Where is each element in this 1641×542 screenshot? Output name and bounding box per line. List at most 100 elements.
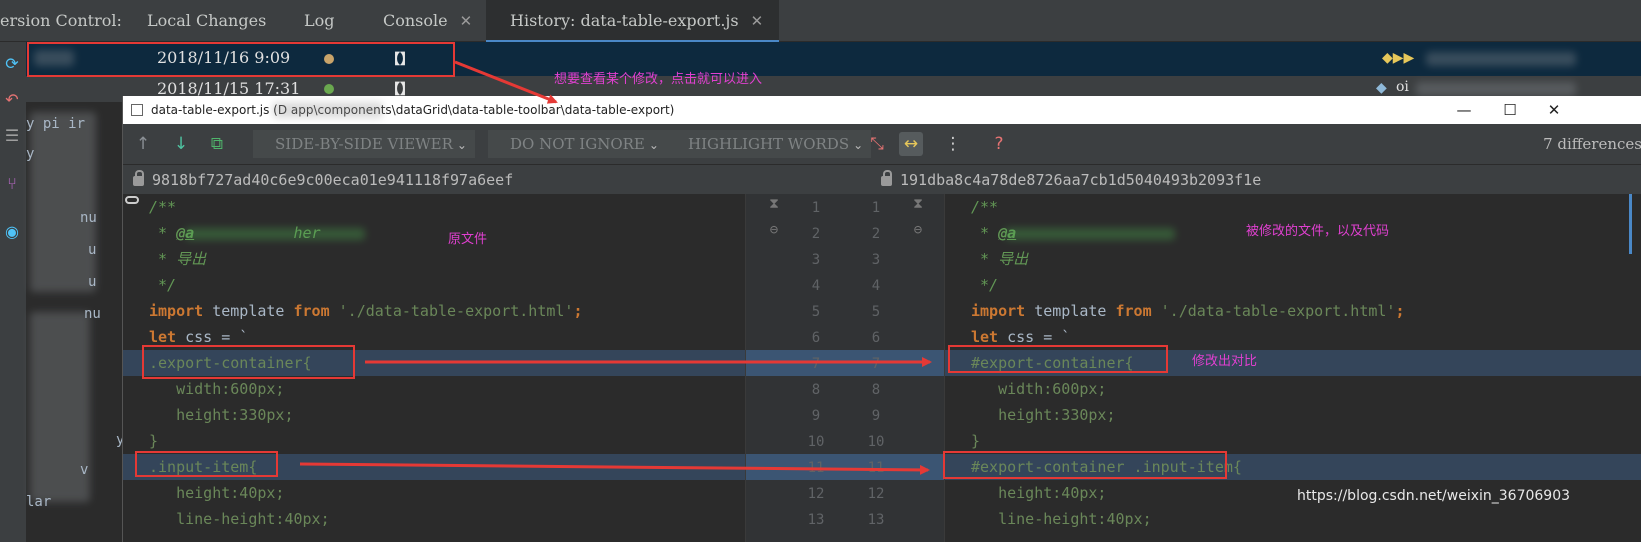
line-number: 12: [807, 486, 825, 502]
changed-gutter-line: [746, 350, 944, 376]
code-keyword: let: [149, 328, 177, 346]
list-fragment: u: [88, 242, 97, 258]
code-text: width:600px;: [971, 380, 1107, 398]
code-text: height:40px;: [149, 484, 285, 502]
tab-log[interactable]: Log: [304, 0, 335, 42]
line-number: 2: [811, 226, 821, 242]
fold-marker[interactable]: ⊖: [898, 222, 938, 238]
lock-icon: [881, 170, 892, 186]
pane-toggle-icon[interactable]: [125, 196, 139, 204]
chevron-down-icon: ⌄: [456, 138, 467, 152]
version-control-label: ersion Control:: [0, 11, 122, 30]
help-icon[interactable]: ?: [987, 132, 1011, 156]
code-text: import template from './data-table-expor…: [971, 298, 1405, 324]
code-line: /**: [945, 194, 1641, 220]
diff-window: data-table-export.js (D app\components\d…: [122, 96, 1641, 542]
collapse-icon[interactable]: ⤡: [865, 132, 889, 156]
code-text: *: [971, 224, 999, 242]
list-fragment: lar: [26, 494, 52, 510]
highlight-box-history-row: [27, 42, 455, 77]
code-line: * 导出: [123, 246, 745, 272]
line-number: 10: [807, 434, 825, 450]
fold-marker[interactable]: ⧗: [754, 196, 794, 212]
revision-bar: 9818bf727ad40c6e9c00eca01e941118f97a6eef…: [123, 164, 1641, 194]
minimize-button[interactable]: —: [1447, 96, 1481, 124]
close-icon[interactable]: ✕: [751, 12, 764, 30]
close-icon[interactable]: ✕: [460, 12, 473, 30]
blurred-author: [1005, 228, 1175, 240]
code-keyword: import: [149, 302, 204, 320]
line-number-gutter: ⧗ ⊖ ⧗ ⊖ 1 2 3 4 5 6 7 8 9 10 11 12 13 1 2 3 4 5 6 7 8 9 10 11 1…: [745, 194, 945, 542]
code-text: template: [1025, 302, 1116, 320]
arrow-down-icon[interactable]: ↓: [169, 132, 193, 156]
changed-gutter-line: [746, 454, 944, 480]
line-number: 5: [871, 304, 881, 320]
code-text: css = `: [998, 328, 1071, 346]
code-line: */: [123, 272, 745, 298]
viewer-dropdown[interactable]: SIDE-BY-SIDE VIEWER ⌄: [253, 130, 475, 158]
highlight-dropdown[interactable]: HIGHLIGHT WORDS ⌄: [666, 130, 872, 158]
line-number: 4: [811, 278, 821, 294]
code-text: width:600px;: [149, 380, 285, 398]
code-text: css = `: [176, 328, 249, 346]
left-revision: 9818bf727ad40c6e9c00eca01e941118f97a6eef: [133, 165, 513, 195]
branch-icon[interactable]: ⑂: [2, 174, 22, 194]
code-text: import template from './data-table-expor…: [149, 298, 583, 324]
list-fragment: u: [88, 274, 97, 290]
line-number: 6: [871, 330, 881, 346]
eye-icon[interactable]: ◉: [2, 222, 22, 242]
line-number: 13: [807, 512, 825, 528]
line-number: 11: [807, 460, 825, 476]
left-revision-hash: 9818bf727ad40c6e9c00eca01e941118f97a6eef: [152, 171, 514, 189]
tab-console[interactable]: Console ✕: [383, 0, 472, 42]
code-punct: ;: [1395, 302, 1405, 320]
close-button[interactable]: ✕: [1537, 96, 1571, 124]
line-number: 1: [811, 200, 821, 216]
highlight-box-right-line-11: [943, 451, 1227, 479]
more-options-icon[interactable]: ⋮: [941, 132, 965, 156]
version-control-tabbar: ersion Control: Local Changes Log Consol…: [0, 0, 1641, 42]
code-line: * 导出: [945, 246, 1641, 272]
line-number: 12: [867, 486, 885, 502]
code-text: /**: [971, 198, 999, 216]
blurred-list: [30, 112, 96, 292]
edit-source-icon[interactable]: ⧉: [205, 132, 229, 156]
scrollbar-marker[interactable]: [1629, 194, 1639, 254]
arrow-up-icon[interactable]: ↑: [131, 132, 155, 156]
highlight-box-right-line-7: [948, 345, 1168, 373]
maximize-button[interactable]: ☐: [1493, 96, 1527, 124]
list-fragment: y: [26, 146, 35, 162]
annotation-compare: 修改出对比: [1192, 354, 1258, 369]
code-text: * 导出: [149, 250, 207, 268]
code-line: height:330px;: [945, 402, 1641, 428]
line-number: 8: [811, 382, 821, 398]
right-revision: 191dba8c4a78de8726aa7cb1d5040493b2093f1e: [881, 165, 1261, 195]
line-number: 1: [871, 200, 881, 216]
revert-icon[interactable]: ↶: [2, 90, 22, 110]
blurred-path: [273, 102, 383, 118]
line-number: 9: [871, 408, 881, 424]
commit-dot: [324, 84, 334, 94]
code-line: width:600px;: [123, 376, 745, 402]
code-text: height:40px;: [971, 484, 1107, 502]
code-line: import template from './data-table-expor…: [945, 298, 1641, 324]
menu-icon[interactable]: ☰: [2, 126, 22, 146]
sync-scroll-icon[interactable]: ↔: [899, 132, 923, 156]
tab-local-changes[interactable]: Local Changes: [147, 0, 266, 42]
code-string: './data-table-export.html': [1151, 302, 1396, 320]
history-tag-label: oi: [1396, 79, 1409, 95]
ignore-dropdown[interactable]: DO NOT IGNORE ⌄: [488, 130, 667, 158]
diff-window-titlebar[interactable]: data-table-export.js (D app\components\d…: [123, 96, 1641, 124]
refresh-icon[interactable]: ⟳: [2, 54, 22, 74]
fold-marker[interactable]: ⧗: [898, 196, 938, 212]
code-text: line-height:40px;: [971, 510, 1152, 528]
tab-history-label: History: data-table-export.js: [510, 11, 739, 30]
line-number: 13: [867, 512, 885, 528]
fold-marker[interactable]: ⊖: [754, 222, 794, 238]
differences-count: 7 differences: [1543, 135, 1641, 153]
code-line: /**: [123, 194, 745, 220]
line-number: 9: [811, 408, 821, 424]
app-icon: [131, 104, 143, 116]
tab-history[interactable]: History: data-table-export.js ✕: [486, 0, 780, 42]
line-number: 8: [871, 382, 881, 398]
